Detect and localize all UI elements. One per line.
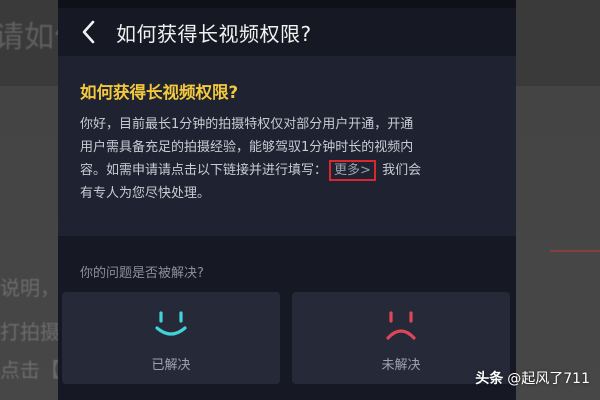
chevron-left-icon [82, 20, 95, 44]
answer-body: 你好，目前最长1分钟的拍摄特权仅对部分用户开通，开通 用户需具备充足的拍摄经验，… [80, 113, 500, 205]
back-button[interactable] [66, 8, 110, 56]
answer-line: 容。如需申请请点击以下链接并进行填写： 更多> 我们会 [80, 159, 500, 182]
smile-face-icon [155, 311, 187, 336]
more-link[interactable]: 更多> [329, 160, 376, 181]
answer-line-text: 我们会 [382, 163, 422, 178]
sad-face-icon [386, 311, 416, 340]
answer-line: 有专人为您尽快处理。 [80, 186, 211, 201]
background-text-line: 打拍摄 [0, 320, 60, 344]
resolved-label: 已解决 [151, 358, 191, 373]
answer-line: 用户需具备充足的拍摄经验，能够驾驭1分钟时长的视频内 [80, 140, 414, 155]
answer-line-text: 容。如需申请请点击以下链接并进行填写： [80, 163, 328, 178]
feedback-question: 你的问题是否被解决? [80, 266, 204, 281]
answer-title: 如何获得长视频权限? [80, 83, 239, 102]
answer-card: 如何获得长视频权限? 你好，目前最长1分钟的拍摄特权仅对部分用户开通，开通 用户… [58, 56, 516, 236]
background-text-line: 说明， [0, 276, 60, 300]
background-divider [550, 250, 600, 252]
background-text-line: 点击【 [0, 358, 60, 382]
answer-line: 你好，目前最长1分钟的拍摄特权仅对部分用户开通，开通 [80, 117, 414, 132]
nav-bar: 如何获得长视频权限? [58, 8, 516, 56]
page-title: 如何获得长视频权限? [116, 21, 312, 46]
watermark-handle: @起风了711 [507, 371, 590, 387]
watermark: 头条 @起风了711 [475, 368, 590, 388]
phone-screen: 如何获得长视频权限? 如何获得长视频权限? 你好，目前最长1分钟的拍摄特权仅对部… [58, 0, 516, 400]
resolved-button[interactable]: 已解决 [62, 292, 280, 384]
watermark-brand: 头条 [475, 371, 504, 387]
status-bar [58, 0, 516, 8]
